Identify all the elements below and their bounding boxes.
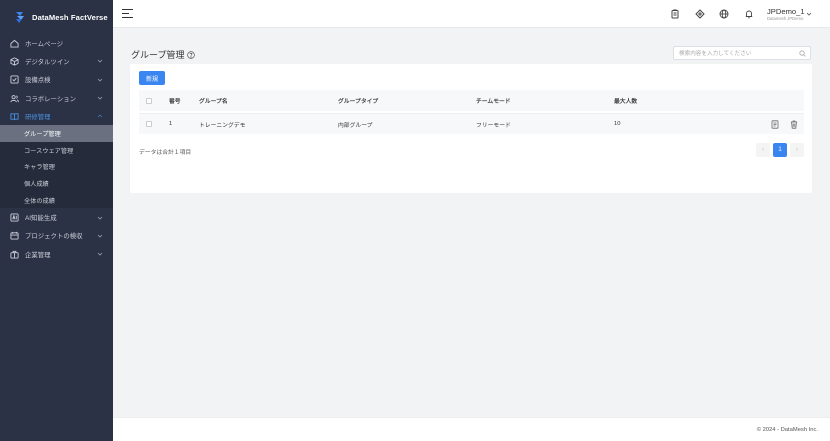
edit-document-icon[interactable]: [771, 120, 779, 129]
calendar-icon: [10, 231, 19, 240]
clipboard-icon[interactable]: [670, 9, 680, 19]
cell-group-name: トレーニングデモ: [199, 122, 246, 129]
checklist-icon: [10, 75, 19, 84]
book-icon: [10, 112, 19, 121]
page-title: グループ管理: [131, 48, 196, 61]
sidebar-item-training[interactable]: 研修管理: [0, 107, 113, 125]
cell-number: 1: [169, 121, 173, 127]
column-header-max-members: 最大人数: [614, 99, 638, 105]
sidebar-item-label: コラボレーション: [25, 95, 76, 103]
user-role: Datamesh JPDemo: [767, 16, 804, 21]
cell-team-mode: フリーモード: [476, 122, 511, 129]
chevron-down-icon: [97, 78, 103, 82]
help-circle-icon[interactable]: [187, 50, 196, 59]
column-header-group-name: グループ名: [199, 99, 228, 105]
menu-toggle-icon[interactable]: [122, 9, 133, 19]
ai-icon: [10, 213, 19, 222]
app-name: DataMesh FactVerse: [32, 12, 108, 22]
total-count-text: データは合計１項目: [139, 150, 192, 156]
user-menu[interactable]: JPDemo_1 Datamesh JPDemo: [767, 7, 827, 23]
sidebar-item-label: プロジェクトの検収: [25, 233, 83, 241]
sidebar-subitem-character-management[interactable]: キャラ管理: [0, 159, 113, 176]
column-header-number: 番号: [169, 99, 181, 105]
chevron-up-icon: [97, 114, 103, 118]
home-icon: [10, 39, 19, 48]
chevron-down-icon: [97, 216, 103, 220]
sidebar-item-label: AI知能生成: [25, 215, 57, 223]
users-icon: [10, 94, 19, 103]
table-row[interactable]: 1 トレーニングデモ 内部グループ フリーモード 10: [139, 113, 804, 134]
sidebar-menu: ホームページ デジタルツイン 設備点検 コラボレーション 研修管理 グループ管理…: [0, 34, 113, 263]
search-placeholder: 検索内容を入力してください: [679, 51, 752, 57]
sidebar-item-label: ホームページ: [25, 40, 64, 48]
prev-page-button[interactable]: ‹: [756, 143, 770, 157]
sidebar: DataMesh FactVerse ホームページ デジタルツイン 設備点検 コ…: [0, 0, 113, 441]
sidebar-subitem-overall-scores[interactable]: 全体の成績: [0, 192, 113, 209]
column-header-team-mode: チームモード: [476, 99, 511, 105]
next-page-button[interactable]: ›: [790, 143, 804, 157]
row-checkbox[interactable]: [146, 121, 152, 127]
briefcase-icon: [10, 250, 19, 259]
top-header: JPDemo_1 Datamesh JPDemo: [113, 0, 830, 28]
sidebar-subitem-courseware-management[interactable]: コースウェア管理: [0, 142, 113, 159]
cell-max-members: 10: [614, 121, 621, 127]
sidebar-subitem-personal-scores[interactable]: 個人成績: [0, 175, 113, 192]
chevron-down-icon: [806, 12, 812, 16]
sidebar-item-project-acceptance[interactable]: プロジェクトの検収: [0, 227, 113, 245]
column-header-group-type: グループタイプ: [338, 99, 379, 105]
search-input[interactable]: 検索内容を入力してください: [673, 46, 811, 60]
bell-icon[interactable]: [744, 9, 754, 19]
chevron-down-icon: [97, 234, 103, 238]
sidebar-item-enterprise-management[interactable]: 企業管理: [0, 245, 113, 263]
cell-group-type: 内部グループ: [338, 122, 373, 129]
sidebar-item-label: 設備点検: [25, 77, 51, 85]
chevron-down-icon: [97, 60, 103, 64]
page-footer: © 2024 - DataMesh Inc.: [113, 417, 830, 441]
sidebar-item-label: デジタルツイン: [25, 58, 70, 66]
table-header-row: 番号 グループ名 グループタイプ チームモード 最大人数: [139, 90, 804, 111]
sidebar-subitem-group-management[interactable]: グループ管理: [0, 125, 113, 143]
page-title-text: グループ管理: [131, 50, 185, 60]
sidebar-item-collaboration[interactable]: コラボレーション: [0, 89, 113, 107]
group-table: 番号 グループ名 グループタイプ チームモード 最大人数 1 トレーニングデモ …: [139, 90, 804, 134]
cube-icon: [10, 57, 19, 66]
sidebar-item-inspection[interactable]: 設備点検: [0, 71, 113, 89]
globe-icon[interactable]: [719, 9, 729, 19]
user-name: JPDemo_1: [767, 7, 805, 16]
sidebar-item-label: 企業管理: [25, 251, 51, 259]
app-logo[interactable]: DataMesh FactVerse: [0, 0, 113, 34]
training-submenu: グループ管理 コースウェア管理 キャラ管理 個人成績 全体の成績: [0, 125, 113, 209]
copyright-text: © 2024 - DataMesh Inc.: [756, 427, 818, 433]
sidebar-item-ai-generation[interactable]: AI知能生成: [0, 208, 113, 226]
chevron-down-icon: [97, 96, 103, 100]
page-1-button[interactable]: 1: [773, 143, 787, 157]
delete-icon[interactable]: [790, 120, 798, 129]
new-group-button[interactable]: 新規: [139, 71, 165, 85]
select-all-checkbox[interactable]: [146, 97, 152, 104]
main-content: グループ管理 検索内容を入力してください 新規 番号 グループ名 グループタイプ…: [113, 28, 830, 417]
sidebar-item-home[interactable]: ホームページ: [0, 34, 113, 52]
group-table-card: 新規 番号 グループ名 グループタイプ チームモード 最大人数 1 トレーニング…: [130, 64, 812, 193]
diamond-icon[interactable]: [695, 9, 705, 19]
sidebar-item-label: 研修管理: [25, 113, 51, 121]
chevron-down-icon: [97, 252, 103, 256]
sidebar-item-digital-twin[interactable]: デジタルツイン: [0, 52, 113, 70]
search-icon[interactable]: [799, 50, 806, 57]
datamesh-logo-icon: [16, 12, 24, 23]
